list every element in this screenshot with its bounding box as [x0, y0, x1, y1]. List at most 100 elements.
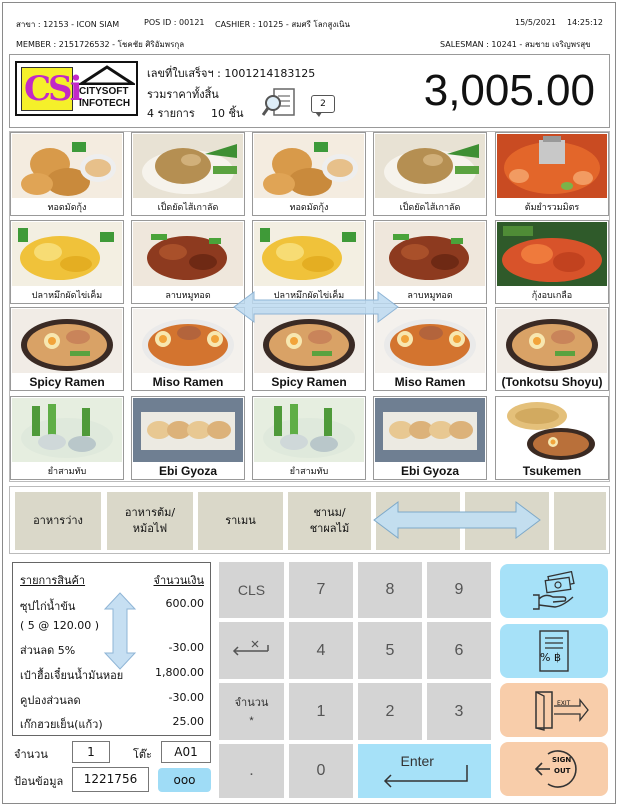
category-snacks[interactable]: อาหารว่าง [15, 492, 101, 550]
exit-button[interactable]: EXIT [500, 683, 608, 737]
table-field[interactable]: A01 [161, 741, 211, 763]
scroll-vertical-arrow-icon[interactable] [103, 591, 137, 671]
menu-item[interactable]: เป็ดยัดไส้เกาลัด [131, 132, 245, 216]
receipt-list: รายการสินค้า จำนวนเงิน ซุปไก่น้ำข้น 600.0… [12, 562, 211, 736]
menu-item-image [254, 398, 364, 462]
menu-item[interactable]: ต้มยำรวมมิตร [495, 132, 609, 216]
search-document-icon[interactable] [262, 86, 298, 118]
menu-item-label: เป็ดยัดไส้เกาลัด [157, 203, 219, 213]
key-6[interactable]: 6 [427, 622, 491, 679]
data-entry-label: ป้อนข้อมูล [14, 775, 64, 788]
category-hotpot[interactable]: อาหารต้ม/ หม้อไฟ [107, 492, 193, 550]
more-options-button[interactable]: ooo [158, 768, 211, 792]
menu-item-image [12, 134, 122, 198]
notification-badge[interactable]: 2 [311, 95, 335, 117]
menu-item-image [133, 309, 243, 373]
menu-item[interactable]: Ebi Gyoza [131, 396, 245, 480]
key-2[interactable]: 2 [358, 683, 422, 740]
receipt-header: รายการสินค้า จำนวนเงิน [20, 571, 204, 589]
menu-item-image [254, 222, 364, 286]
key-1[interactable]: 1 [289, 683, 353, 740]
menu-item-label: ต้มยำรวมมิตร [524, 203, 580, 213]
receipt-line[interactable]: คูปองส่วนลด -30.00 [20, 691, 204, 709]
sign-out-button[interactable]: SIGN OUT [500, 742, 608, 796]
receipt-col-item: รายการสินค้า [20, 574, 86, 587]
menu-item-image [375, 398, 485, 462]
menu-item-image [133, 134, 243, 198]
menu-item-image [133, 222, 243, 286]
key-3[interactable]: 3 [427, 683, 491, 740]
menu-item-label: ลาบหมูทอด [165, 291, 211, 301]
menu-item[interactable]: Ebi Gyoza [373, 396, 487, 480]
menu-item-label: Ebi Gyoza [158, 464, 217, 478]
items-count: 4 รายการ [147, 107, 195, 120]
menu-item[interactable]: ทอดมัดกุ้ง [252, 132, 366, 216]
member-info[interactable]: MEMBER : 2151726532 - โชคชัย ศิริอัมพรกุ… [16, 38, 184, 51]
menu-item-image [12, 398, 122, 462]
menu-item-image [497, 222, 607, 286]
menu-item-image [375, 222, 485, 286]
key-8[interactable]: 8 [358, 562, 422, 618]
pieces-count: 10 ชิ้น [211, 107, 244, 120]
menu-item[interactable]: Miso Ramen [131, 307, 245, 391]
key-9[interactable]: 9 [427, 562, 491, 618]
key-4[interactable]: 4 [289, 622, 353, 679]
pos-id: POS ID : 00121 [144, 18, 205, 27]
menu-item[interactable]: ยำสามทับ [252, 396, 366, 480]
exit-door-icon [535, 691, 589, 731]
category-empty-7[interactable] [554, 492, 606, 550]
sign-out-line1: SIGN [552, 756, 572, 764]
menu-item[interactable]: ลาบหมูทอด [131, 220, 245, 304]
quantity-field[interactable]: 1 [72, 741, 110, 763]
salesman-info[interactable]: SALESMAN : 10241 - สมชาย เจริญพรสุข [440, 38, 591, 51]
category-milk-tea[interactable]: ชานม/ ชาผลไม้ [288, 492, 371, 550]
menu-item-label: ยำสามทับ [289, 467, 329, 477]
payment-button[interactable] [500, 564, 608, 618]
scroll-categories-arrow-icon[interactable] [372, 500, 542, 540]
menu-item[interactable]: Spicy Ramen [10, 307, 124, 391]
company-logo: CSi CITYSOFT INFOTECH [15, 61, 138, 116]
menu-item[interactable]: (Tonkotsu Shoyu) [495, 307, 609, 391]
menu-item[interactable]: กุ้งอบเกลือ [495, 220, 609, 304]
cash-payment-icon [533, 571, 575, 610]
menu-item-label: ยำสามทับ [47, 467, 87, 477]
menu-item-image [497, 309, 607, 373]
menu-item-label: (Tonkotsu Shoyu) [501, 375, 603, 389]
menu-item-label: กุ้งอบเกลือ [531, 291, 573, 301]
menu-item-label: Miso Ramen [394, 375, 466, 389]
discount-button[interactable]: % ฿ [500, 624, 608, 678]
menu-item[interactable]: เป็ดยัดไส้เกาลัด [373, 132, 487, 216]
menu-item-image [12, 309, 122, 373]
house-roof-icon [79, 65, 135, 85]
category-ramen[interactable]: ราเมน [198, 492, 283, 550]
menu-item-label: ทอดมัดกุ้ง [289, 203, 329, 213]
menu-item-label: ปลาหมึกผัดไข่เค็ม [31, 291, 103, 301]
menu-item-label: ทอดมัดกุ้ง [47, 203, 87, 213]
backspace-icon [232, 640, 269, 656]
backspace-button[interactable] [219, 622, 284, 679]
menu-item-image [497, 134, 607, 198]
enter-arrow-icon [383, 765, 468, 788]
menu-item[interactable]: ยำสามทับ [10, 396, 124, 480]
receipt-line[interactable]: เก๊กฮวยเย็น(แก้ว) 25.00 [20, 715, 204, 733]
category-bar: อาหารว่าง อาหารต้ม/ หม้อไฟ ราเมน ชานม/ ช… [9, 486, 610, 554]
exit-text: EXIT [557, 700, 571, 707]
scroll-horizontal-arrow-icon[interactable] [232, 290, 400, 324]
key-0[interactable]: 0 [289, 744, 353, 798]
menu-item[interactable]: ปลาหมึกผัดไข่เค็ม [10, 220, 124, 304]
key-5[interactable]: 5 [358, 622, 422, 679]
bill-summary: CSi CITYSOFT INFOTECH เลขที่ใบเสร็จฯ : 1… [9, 54, 610, 128]
enter-button[interactable]: Enter [358, 744, 491, 798]
menu-item[interactable]: ทอดมัดกุ้ง [10, 132, 124, 216]
menu-item-label: เป็ดยัดไส้เกาลัด [399, 203, 461, 213]
logo-line2: INFOTECH [79, 98, 131, 109]
quantity-multiply-button[interactable]: จำนวน * [219, 683, 284, 740]
key-7[interactable]: 7 [289, 562, 353, 618]
menu-item-image [133, 398, 243, 462]
data-entry-field[interactable]: 1221756 [72, 767, 149, 792]
clear-button[interactable]: CLS [219, 562, 284, 618]
total-amount: 3,005.00 [423, 66, 595, 115]
key-dot[interactable]: . [219, 744, 284, 798]
receipt-number: เลขที่ใบเสร็จฯ : 1001214183125 [147, 67, 316, 80]
menu-item[interactable]: Tsukemen [495, 396, 609, 480]
